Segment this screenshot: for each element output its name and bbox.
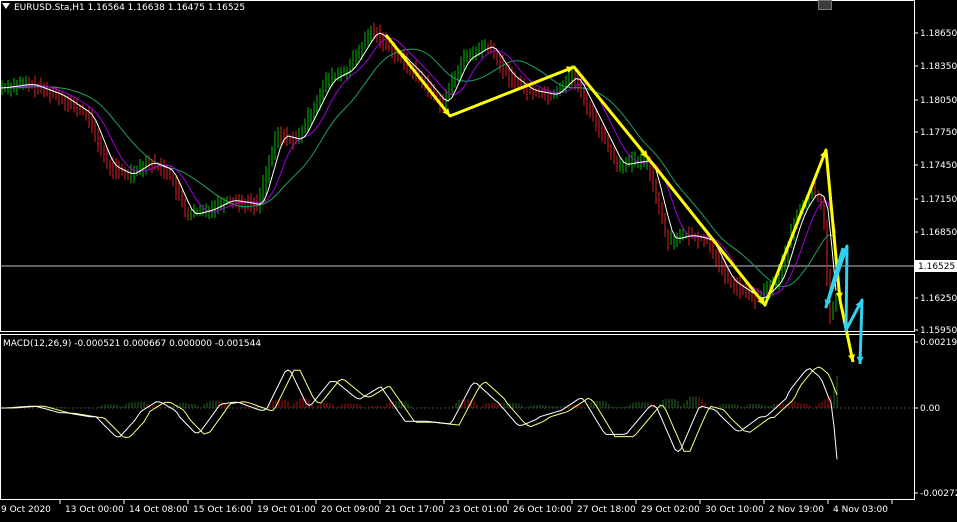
time-tick-label: 29 Oct 02:00 xyxy=(641,505,700,515)
time-tick-label: 13 Oct 00:00 xyxy=(65,505,124,515)
moving-averages-layer xyxy=(0,32,837,299)
price-tick-label: 1.18650 xyxy=(920,29,957,39)
price-tick-label: 1.17450 xyxy=(920,161,957,171)
time-tick-label: 26 Oct 10:00 xyxy=(513,505,572,515)
macd-tick-label: 0.002199 xyxy=(920,338,957,348)
symbol-header: EURUSD.Sta,H1 1.16564 1.16638 1.16475 1.… xyxy=(14,3,245,13)
macd-tick-label: 0.00 xyxy=(920,404,940,414)
time-tick-label: 21 Oct 17:00 xyxy=(385,505,444,515)
time-tick-label: 19 Oct 01:00 xyxy=(257,505,316,515)
price-tick-label: 1.18050 xyxy=(920,96,957,106)
yellow-arrow-path-head xyxy=(835,292,843,300)
close-button[interactable] xyxy=(818,0,832,10)
macd-main-line xyxy=(0,368,838,460)
fast-ma-line xyxy=(0,32,837,299)
chart-window[interactable]: EURUSD.Sta,H1 1.16564 1.16638 1.16475 1.… xyxy=(0,0,957,518)
macd-header: MACD(12,26,9) -0.000521 0.000667 0.00000… xyxy=(3,339,261,349)
time-tick-label: 27 Oct 18:00 xyxy=(577,505,636,515)
time-tick-label: 4 Nov 03:00 xyxy=(833,505,888,515)
macd-tick-label: -0.002724 xyxy=(920,489,957,499)
price-tick-label: 1.16850 xyxy=(920,228,957,238)
time-tick-label: 14 Oct 08:00 xyxy=(129,505,188,515)
current-price-label: 1.16525 xyxy=(918,262,955,272)
price-tick-label: 1.18350 xyxy=(920,62,957,72)
time-tick-label: 15 Oct 16:00 xyxy=(193,505,252,515)
macd-histogram-layer xyxy=(8,375,838,408)
price-tick-label: 1.16250 xyxy=(920,294,957,304)
candles-layer xyxy=(1,22,837,324)
time-tick-label: 30 Oct 10:00 xyxy=(705,505,764,515)
chart-menu-arrow-icon[interactable] xyxy=(2,2,11,11)
time-tick-label: 20 Oct 09:00 xyxy=(321,505,380,515)
macd-axis: 0.002199 0.00 -0.002724 xyxy=(914,338,957,499)
yellow-arrow-path xyxy=(384,34,855,363)
price-axis: 1.18650 1.18350 1.18050 1.17750 1.17450 1.171… xyxy=(914,29,957,336)
time-tick-label: 9 Oct 2020 xyxy=(1,505,51,515)
time-tick-label: 23 Oct 01:00 xyxy=(449,505,508,515)
macd-lines-layer xyxy=(0,366,838,460)
time-tick-label: 2 Nov 19:00 xyxy=(769,505,824,515)
cyan-arrow-path-head xyxy=(856,356,864,364)
price-tick-label: 1.17150 xyxy=(920,195,957,205)
price-tick-label: 1.17750 xyxy=(920,128,957,138)
time-axis: 9 Oct 2020 13 Oct 00:00 14 Oct 08:00 15 Oct… xyxy=(1,500,893,515)
price-panel-border xyxy=(0,0,915,332)
price-tick-label: 1.15950 xyxy=(920,326,957,336)
chart-canvas[interactable]: EURUSD.Sta,H1 1.16564 1.16638 1.16475 1.… xyxy=(0,0,957,518)
